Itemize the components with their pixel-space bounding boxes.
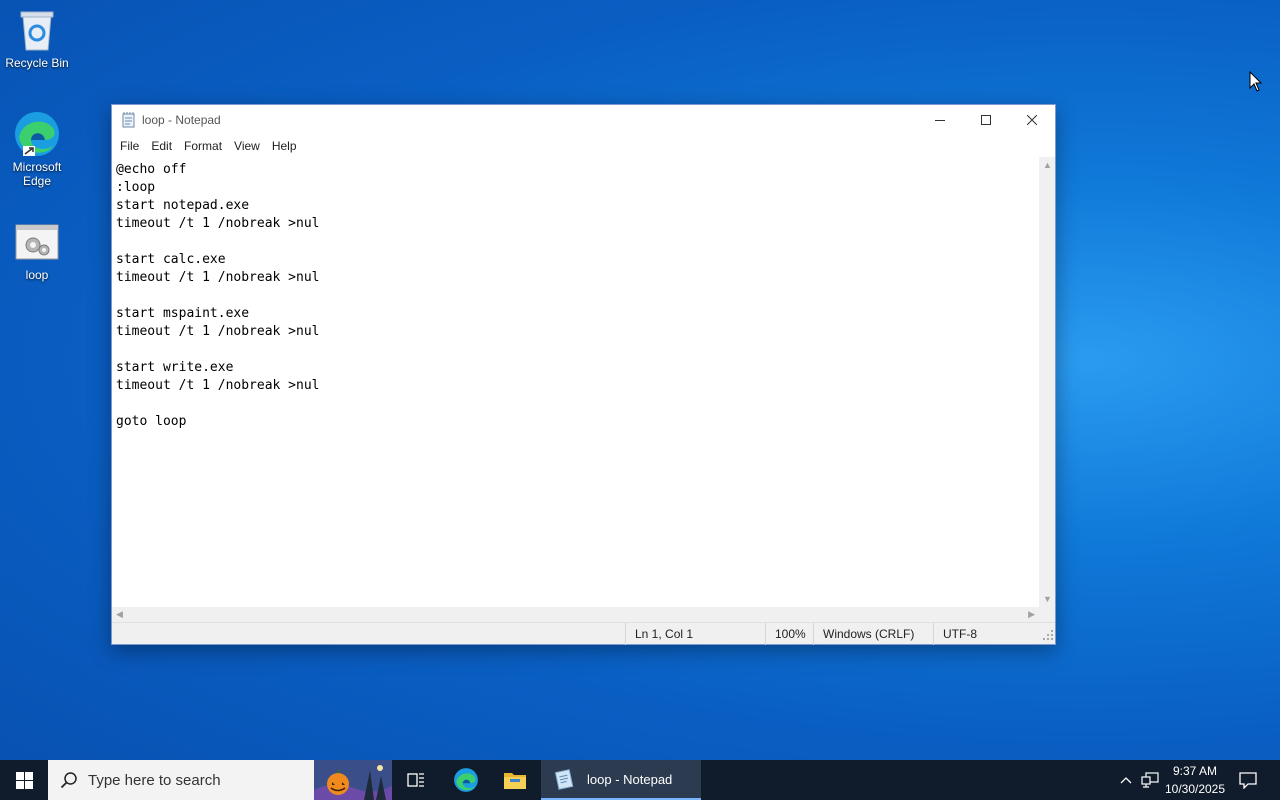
menu-help[interactable]: Help [266,135,303,157]
desktop-icon-recycle-bin[interactable]: Recycle Bin [0,6,74,70]
mouse-cursor-icon [1249,70,1263,98]
taskbar-notepad-label: loop - Notepad [587,771,673,787]
menu-view[interactable]: View [228,135,266,157]
status-line-ending: Windows (CRLF) [813,623,933,645]
status-position: Ln 1, Col 1 [625,623,765,645]
scroll-down-icon[interactable]: ▼ [1043,594,1052,604]
clock-date: 10/30/2025 [1164,782,1226,796]
batch-file-icon [13,218,61,266]
notification-icon [1239,772,1257,789]
folder-icon [504,773,526,789]
maximize-icon [981,115,991,125]
status-zoom: 100% [765,623,813,645]
scroll-right-icon[interactable]: ▶ [1028,609,1035,620]
search-highlight-image[interactable] [314,760,392,800]
system-clock[interactable]: 9:37 AM 10/30/2025 [1160,762,1230,798]
taskbar-edge-button[interactable] [442,760,490,800]
desktop-icon-microsoft-edge[interactable]: Microsoft Edge [0,110,74,188]
scroll-corner [1039,607,1055,623]
search-placeholder: Type here to search [88,771,221,789]
editor-area: @echo off :loop start notepad.exe timeou… [112,157,1055,623]
title-bar[interactable]: loop - Notepad [112,105,1055,135]
chevron-up-icon [1120,777,1132,784]
text-editor[interactable]: @echo off :loop start notepad.exe timeou… [112,157,1039,607]
edge-icon [454,768,478,792]
network-button[interactable] [1138,760,1162,800]
window-controls [917,105,1055,135]
desktop-icon-label: Recycle Bin [5,56,69,70]
edge-icon [13,110,61,158]
notepad-icon [121,112,137,128]
status-bar: Ln 1, Col 1 100% Windows (CRLF) UTF-8 [112,622,1055,645]
taskbar-search-box[interactable]: Type here to search [48,760,392,800]
menu-file[interactable]: File [114,135,145,157]
status-encoding: UTF-8 [933,623,1041,645]
window-title: loop - Notepad [142,113,221,127]
recycle-bin-icon [13,6,61,54]
action-center-button[interactable] [1232,760,1264,800]
menu-bar: File Edit Format View Help [112,135,1055,157]
taskbar: Type here to search loop - Notepad 9:37 … [0,760,1280,800]
task-view-icon [407,773,424,787]
desktop-icon-label: loop [25,268,49,282]
taskbar-notepad-button[interactable]: loop - Notepad [541,760,701,800]
vertical-scrollbar[interactable]: ▲ ▼ [1039,157,1055,607]
menu-edit[interactable]: Edit [145,135,178,157]
search-icon [60,772,77,789]
notepad-window[interactable]: loop - Notepad File Edit Format View Hel… [111,104,1056,645]
clock-time: 9:37 AM [1172,764,1218,778]
windows-logo-icon [15,771,33,789]
show-hidden-icons-button[interactable] [1116,760,1136,800]
maximize-button[interactable] [963,105,1009,135]
network-icon [1141,772,1159,788]
scroll-left-icon[interactable]: ◀ [116,609,123,620]
task-view-button[interactable] [392,760,440,800]
desktop-icon-label: Microsoft Edge [12,160,62,188]
minimize-icon [935,120,945,121]
notepad-icon [554,769,574,790]
scroll-up-icon[interactable]: ▲ [1043,160,1052,170]
minimize-button[interactable] [917,105,963,135]
close-icon [1027,115,1037,125]
taskbar-file-explorer-button[interactable] [491,760,539,800]
desktop-icon-loop[interactable]: loop [0,218,74,282]
resize-grip-icon[interactable] [1043,629,1053,643]
start-button[interactable] [0,760,48,800]
horizontal-scrollbar[interactable]: ◀ ▶ [112,607,1039,623]
close-button[interactable] [1009,105,1055,135]
menu-format[interactable]: Format [178,135,228,157]
